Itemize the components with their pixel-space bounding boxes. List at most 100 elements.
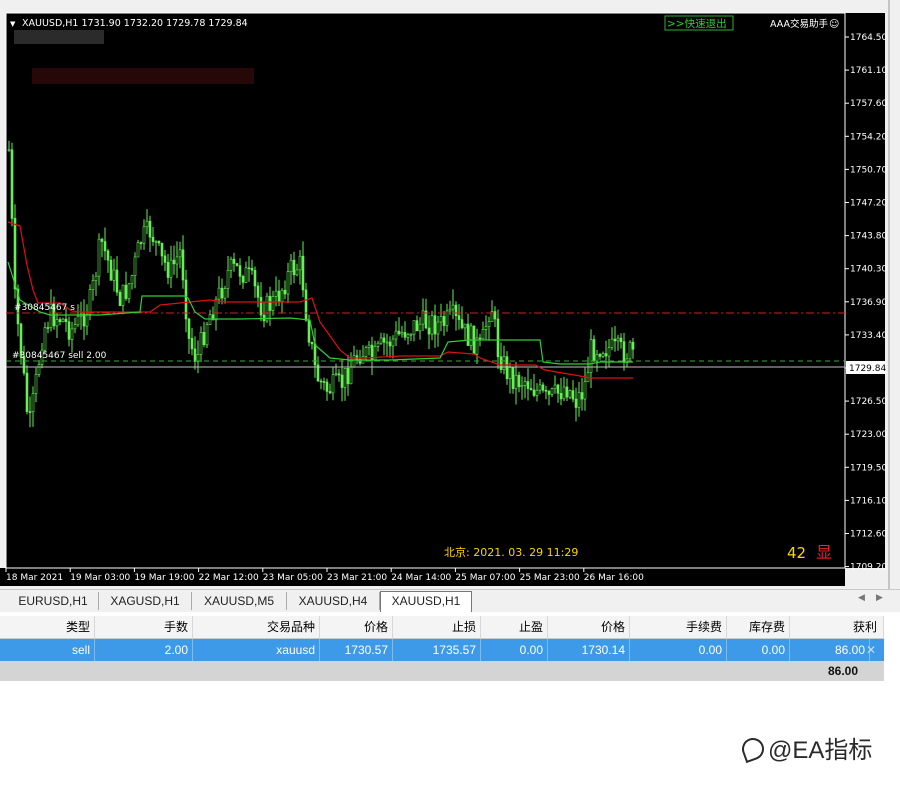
candle-body (583, 381, 587, 400)
col-profit[interactable]: 获利 (790, 616, 884, 638)
candle-body (220, 287, 224, 299)
price-tick: 1723.00 (850, 430, 887, 440)
chart-menu-triangle[interactable]: ▼ (10, 20, 16, 28)
candle-body (91, 280, 95, 290)
candle-body (505, 356, 509, 380)
candle-body (520, 384, 524, 388)
tab-xauusd-m5[interactable]: XAUUSD,M5 (192, 592, 287, 610)
price-tick: 1740.30 (850, 265, 887, 275)
candle-body (538, 384, 542, 391)
col-current-price[interactable]: 价格 (548, 616, 630, 638)
candle-body (223, 288, 227, 299)
candle-body (283, 289, 287, 295)
candle-body (280, 289, 284, 302)
candle-body (568, 390, 572, 398)
chart-window[interactable]: 1764.50 1761.10 1757.60 1754.20 1750.70 1747.… (0, 0, 900, 592)
candle-body (388, 341, 392, 347)
candle-body (493, 311, 497, 320)
trade-row[interactable]: sell 2.00 xauusd 1730.57 1735.57 0.00 17… (0, 639, 884, 661)
candle-body (247, 267, 251, 270)
close-order-icon[interactable]: ✕ (866, 639, 876, 661)
price-tick: 1726.50 (850, 397, 887, 407)
candle-body (352, 355, 356, 368)
candle-body (577, 392, 581, 408)
candle-body (415, 320, 419, 332)
candle-body (58, 319, 62, 323)
candle-body (532, 389, 536, 396)
col-commission[interactable]: 手续费 (630, 616, 727, 638)
candle-body (25, 372, 29, 412)
trade-type: sell (0, 639, 95, 661)
candle-body (559, 392, 563, 400)
tab-xauusd-h1[interactable]: XAUUSD,H1 (380, 591, 472, 612)
smiley-icon: ☺ (829, 19, 839, 30)
col-type[interactable]: 类型 (0, 616, 95, 638)
col-swap[interactable]: 库存费 (727, 616, 790, 638)
candle-body (325, 381, 329, 392)
candle-body (268, 295, 272, 311)
tab-scroll-right-icon[interactable]: ▶ (876, 593, 883, 603)
watermark: @EA指标 (738, 730, 873, 765)
tab-xagusd-h1[interactable]: XAGUSD,H1 (99, 592, 192, 610)
time-tick: 23 Mar 21:00 (327, 573, 387, 583)
candle-body (544, 389, 548, 392)
candle-body (307, 319, 311, 343)
watermark-text: @EA指标 (768, 737, 873, 764)
price-chart[interactable]: 1764.50 1761.10 1757.60 1754.20 1750.70 1747.… (0, 0, 900, 592)
candle-body (379, 337, 383, 344)
candle-body (529, 388, 533, 391)
candle-body (409, 333, 413, 336)
col-take-profit[interactable]: 止盈 (481, 616, 548, 638)
candle-body (85, 314, 89, 327)
time-tick: 18 Mar 2021 (6, 573, 63, 583)
terminal-header-row: 类型 手数 交易品种 价格 止损 止盈 价格 手续费 库存费 获利 (0, 616, 884, 639)
plot-area[interactable] (6, 13, 845, 568)
tab-scroll-left-icon[interactable]: ◀ (858, 593, 865, 603)
chart-tab-bar: EURUSD,H1 XAGUSD,H1 XAUUSD,M5 XAUUSD,H4 … (0, 589, 900, 612)
candle-body (334, 373, 338, 376)
candle-body (148, 220, 152, 238)
order-label-stop: #30845467 s (14, 303, 75, 313)
candle-body (88, 289, 92, 315)
candle-body (127, 283, 131, 299)
candle-body (631, 341, 635, 350)
candle-body (118, 291, 122, 306)
tab-xauusd-h4[interactable]: XAUUSD,H4 (287, 592, 380, 610)
candle-body (202, 331, 206, 345)
candle-body (64, 318, 68, 323)
candle-body (574, 398, 578, 408)
candle-body (295, 269, 299, 276)
col-open-price[interactable]: 价格 (320, 616, 393, 638)
candle-body (565, 386, 569, 398)
col-stop-loss[interactable]: 止损 (393, 616, 481, 638)
total-row: 86.00 (0, 661, 884, 681)
time-tick: 25 Mar 07:00 (455, 573, 515, 583)
candle-body (463, 323, 467, 329)
candle-body (70, 328, 74, 340)
candle-body (154, 241, 158, 243)
candle-body (322, 381, 326, 383)
candle-body (391, 338, 395, 347)
candle-body (76, 315, 80, 326)
candle-body (259, 296, 263, 316)
candle-body (97, 238, 101, 277)
candle-body (616, 337, 620, 342)
candle-body (103, 241, 107, 252)
candle-body (142, 226, 146, 244)
candle-body (61, 318, 65, 323)
quick-exit-label[interactable]: >>快速退出 (667, 17, 727, 30)
candle-body (601, 353, 605, 357)
candle-body (550, 388, 554, 395)
col-lots[interactable]: 手数 (95, 616, 193, 638)
candle-body (34, 374, 38, 394)
tab-eurusd-h1[interactable]: EURUSD,H1 (8, 592, 99, 610)
candle-body (109, 259, 113, 281)
col-symbol[interactable]: 交易品种 (193, 616, 320, 638)
candle-body (466, 323, 470, 346)
candle-body (166, 262, 170, 278)
candle-body (304, 289, 308, 321)
price-tick: 1754.20 (850, 132, 887, 142)
display-toggle[interactable]: 显 (816, 543, 832, 562)
time-tick: 25 Mar 23:00 (520, 573, 580, 583)
candle-body (271, 296, 275, 311)
